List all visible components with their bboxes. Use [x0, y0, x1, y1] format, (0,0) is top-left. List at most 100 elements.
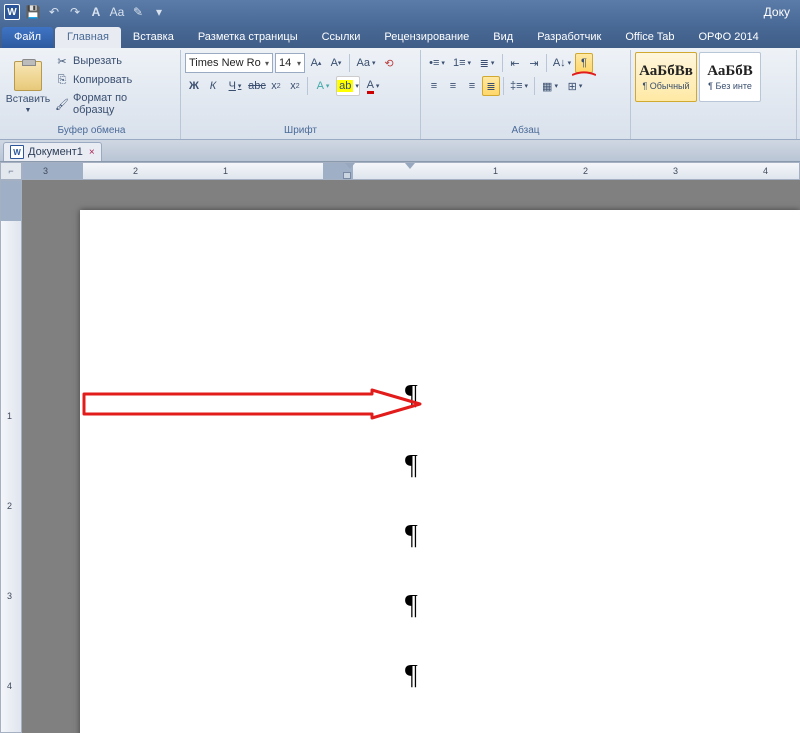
- ruler-number: 2: [583, 166, 588, 176]
- font-grow-icon[interactable]: A: [87, 3, 105, 21]
- paste-label: Вставить: [6, 93, 51, 105]
- tab-developer[interactable]: Разработчик: [525, 27, 613, 48]
- indent-increase-button[interactable]: ⇥: [525, 53, 543, 73]
- separator: [502, 54, 503, 72]
- page-area[interactable]: ¶ ¶ ¶ ¶ ¶: [22, 180, 800, 733]
- borders-button[interactable]: ⊞: [563, 76, 587, 96]
- redo-icon[interactable]: ↷: [66, 3, 84, 21]
- tab-references[interactable]: Ссылки: [310, 27, 373, 48]
- numbering-button[interactable]: 1≡: [450, 53, 474, 73]
- tab-review[interactable]: Рецензирование: [372, 27, 481, 48]
- chevron-down-icon: ▼: [25, 107, 32, 114]
- format-painter-button[interactable]: 🖌 Формат по образцу: [51, 90, 173, 118]
- document-page[interactable]: ¶ ¶ ¶ ¶ ¶: [80, 210, 800, 733]
- ruler-number: 2: [7, 501, 12, 511]
- shading-button[interactable]: ▦: [538, 76, 562, 96]
- font-size-combo[interactable]: 14▾: [275, 53, 305, 73]
- tab-file[interactable]: Файл: [2, 27, 53, 48]
- tab-view[interactable]: Вид: [481, 27, 525, 48]
- separator: [546, 54, 547, 72]
- quick-access-toolbar: 💾 ↶ ↷ A Aa ✎ ▾: [24, 3, 168, 21]
- align-left-button[interactable]: ≡: [425, 76, 443, 96]
- first-line-indent-icon[interactable]: [345, 163, 355, 169]
- title-bar: W 💾 ↶ ↷ A Aa ✎ ▾ Доку: [0, 0, 800, 24]
- italic-button[interactable]: К: [204, 76, 222, 96]
- horizontal-ruler-row: ⌐ 3 2 1 1 2 3 4: [0, 162, 800, 180]
- font-color-button[interactable]: A: [361, 76, 385, 96]
- text-case-icon[interactable]: Aa: [108, 3, 126, 21]
- pilcrow-mark: ¶: [405, 590, 418, 622]
- cut-button[interactable]: ✂Вырезать: [51, 52, 173, 70]
- tab-home[interactable]: Главная: [55, 27, 121, 48]
- shrink-font-button[interactable]: A▾: [327, 53, 345, 73]
- align-center-button[interactable]: ≡: [444, 76, 462, 96]
- ruler-number: 2: [133, 166, 138, 176]
- styles-gallery[interactable]: АаБбВв ¶ Обычный АаБбВ ¶ Без инте: [635, 52, 761, 102]
- style-no-spacing[interactable]: АаБбВ ¶ Без инте: [699, 52, 761, 102]
- first-line-indent-icon[interactable]: [405, 163, 415, 169]
- tab-insert[interactable]: Вставка: [121, 27, 186, 48]
- group-paragraph: •≡ 1≡ ≣ ⇤ ⇥ A↓ ¶ ≡ ≡ ≡ ≣ ‡≡: [421, 50, 631, 139]
- text-effects-button[interactable]: A: [311, 76, 335, 96]
- tab-page-layout[interactable]: Разметка страницы: [186, 27, 310, 48]
- format-painter-label: Формат по образцу: [73, 92, 169, 116]
- indent-decrease-button[interactable]: ⇤: [506, 53, 524, 73]
- vertical-ruler[interactable]: 1 2 3 4: [0, 180, 22, 733]
- close-icon[interactable]: ×: [87, 147, 95, 158]
- chevron-down-icon: ▾: [265, 59, 269, 68]
- underline-button[interactable]: Ч: [223, 76, 247, 96]
- group-font: Times New Ro ▾ 14▾ A▴ A▾ Aa ⟲ Ж К Ч abc x…: [181, 50, 421, 139]
- paste-button[interactable]: Вставить ▼: [7, 52, 49, 123]
- clear-format-button[interactable]: ⟲: [380, 53, 398, 73]
- ribbon-tabs: Файл Главная Вставка Разметка страницы С…: [0, 24, 800, 48]
- window-title: Доку: [764, 5, 790, 19]
- group-styles-label: [635, 123, 792, 139]
- group-clipboard: Вставить ▼ ✂Вырезать ⎘Копировать 🖌 Формат…: [3, 50, 181, 139]
- grow-font-button[interactable]: A▴: [307, 53, 325, 73]
- copy-icon: ⎘: [55, 73, 69, 87]
- ruler-corner[interactable]: ⌐: [0, 162, 22, 180]
- word-doc-icon: W: [10, 145, 24, 159]
- highlight-button[interactable]: ab: [336, 76, 360, 96]
- group-styles: АаБбВв ¶ Обычный АаБбВ ¶ Без инте: [631, 50, 797, 139]
- undo-icon[interactable]: ↶: [45, 3, 63, 21]
- ruler-number: 3: [43, 166, 48, 176]
- align-right-button[interactable]: ≡: [463, 76, 481, 96]
- ribbon: Вставить ▼ ✂Вырезать ⎘Копировать 🖌 Формат…: [0, 48, 800, 140]
- multilevel-button[interactable]: ≣: [475, 53, 499, 73]
- group-clipboard-label: Буфер обмена: [7, 123, 176, 139]
- brush-icon[interactable]: ✎: [129, 3, 147, 21]
- ruler-number: 1: [7, 411, 12, 421]
- show-pilcrow-button[interactable]: ¶: [575, 53, 593, 73]
- paintbrush-icon: 🖌: [55, 97, 69, 111]
- change-case-button[interactable]: Aa: [354, 53, 378, 73]
- font-name-combo[interactable]: Times New Ro ▾: [185, 53, 273, 73]
- app-icon: W: [4, 4, 20, 20]
- tab-office-tab[interactable]: Office Tab: [613, 27, 686, 48]
- subscript-button[interactable]: x2: [267, 76, 285, 96]
- separator: [503, 77, 504, 95]
- separator: [534, 77, 535, 95]
- style-normal[interactable]: АаБбВв ¶ Обычный: [635, 52, 697, 102]
- copy-button[interactable]: ⎘Копировать: [51, 71, 173, 89]
- group-font-label: Шрифт: [185, 123, 416, 139]
- hanging-indent-icon[interactable]: [343, 172, 351, 179]
- superscript-button[interactable]: x2: [286, 76, 304, 96]
- style-preview: АаБбВв: [639, 63, 693, 80]
- sort-button[interactable]: A↓: [550, 53, 574, 73]
- horizontal-ruler[interactable]: 3 2 1 1 2 3 4: [22, 162, 800, 180]
- font-name-value: Times New Ro: [189, 57, 261, 69]
- line-spacing-button[interactable]: ‡≡: [507, 76, 531, 96]
- save-icon[interactable]: 💾: [24, 3, 42, 21]
- strike-button[interactable]: abc: [248, 76, 266, 96]
- bullets-button[interactable]: •≡: [425, 53, 449, 73]
- tab-orfo[interactable]: ОРФО 2014: [686, 27, 770, 48]
- qat-more-icon[interactable]: ▾: [150, 3, 168, 21]
- document-tab-name: Документ1: [28, 146, 83, 158]
- style-name: ¶ Без инте: [708, 80, 752, 91]
- document-tab[interactable]: W Документ1 ×: [3, 142, 102, 161]
- align-justify-button[interactable]: ≣: [482, 76, 500, 96]
- style-name: ¶ Обычный: [642, 80, 689, 91]
- bold-button[interactable]: Ж: [185, 76, 203, 96]
- pilcrow-mark: ¶: [405, 520, 418, 552]
